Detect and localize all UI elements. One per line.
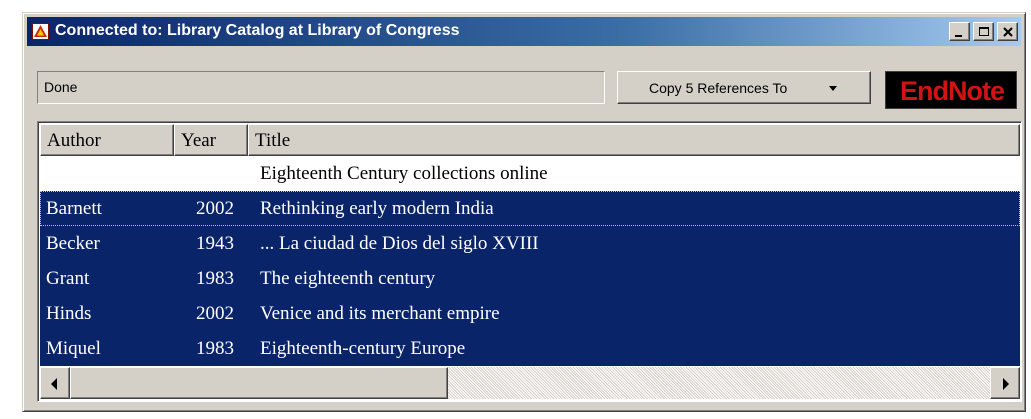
cell-author: Hinds [46,303,92,324]
endnote-logo-text: EndNote [900,76,1005,106]
column-header-title[interactable]: Title [248,124,1020,156]
scroll-right-button[interactable] [990,367,1020,399]
status-text: Done [44,79,78,95]
column-header-row: Author Year Title [40,124,1020,156]
cell-year: 2002 [196,303,234,324]
cell-title: Eighteenth-century Europe [260,338,466,359]
cell-title: Eighteenth Century collections online [260,163,548,184]
chevron-down-icon [829,86,837,91]
table-row[interactable]: Eighteenth Century collections online [40,156,1020,191]
table-row[interactable]: Miquel 1983 Eighteenth-century Europe [40,331,1020,366]
close-button[interactable] [997,22,1018,41]
copy-references-label: Copy 5 References To [649,80,788,96]
table-row[interactable]: Barnett 2002 Rethinking early modern Ind… [40,191,1020,226]
table-row[interactable]: Hinds 2002 Venice and its merchant empir… [40,296,1020,331]
cell-title: Rethinking early modern India [260,198,494,219]
arrow-right-icon [1003,378,1009,390]
endnote-connection-window: Connected to: Library Catalog at Library… [22,12,1026,412]
cell-year: 1983 [196,338,234,359]
minimize-icon [955,35,962,37]
results-list[interactable]: Author Year Title Eighteenth Century col… [37,121,1022,402]
cell-title: The eighteenth century [260,268,436,289]
copy-references-button[interactable]: Copy 5 References To [617,71,871,104]
cell-title: Venice and its merchant empire [260,303,500,324]
table-row[interactable]: Grant 1983 The eighteenth century [40,261,1020,296]
cell-title: ... La ciudad de Dios del siglo XVIII [260,233,539,254]
maximize-icon [979,27,989,36]
cell-year: 2002 [196,198,234,219]
cell-author: Miquel [46,338,101,359]
title-bar[interactable]: Connected to: Library Catalog at Library… [27,17,1021,46]
cell-year: 1943 [196,233,234,254]
scrollbar-thumb[interactable] [70,367,448,399]
result-rows: Eighteenth Century collections online Ba… [40,156,1020,366]
maximize-button[interactable] [973,22,994,41]
scroll-left-button[interactable] [40,367,70,399]
column-header-author[interactable]: Author [40,124,174,156]
table-row[interactable]: Becker 1943 ... La ciudad de Dios del si… [40,226,1020,261]
cell-year: 1983 [196,268,234,289]
window-title: Connected to: Library Catalog at Library… [55,22,460,39]
close-icon [1003,27,1013,37]
cell-author: Becker [46,233,100,254]
status-field: Done [37,71,605,104]
endnote-logo: EndNote [885,71,1017,109]
app-icon [32,23,49,40]
cell-author: Grant [46,268,90,289]
arrow-left-icon [51,378,57,390]
minimize-button[interactable] [949,22,970,41]
column-header-year[interactable]: Year [174,124,248,156]
cell-author: Barnett [46,198,102,219]
horizontal-scrollbar[interactable] [40,367,1020,399]
